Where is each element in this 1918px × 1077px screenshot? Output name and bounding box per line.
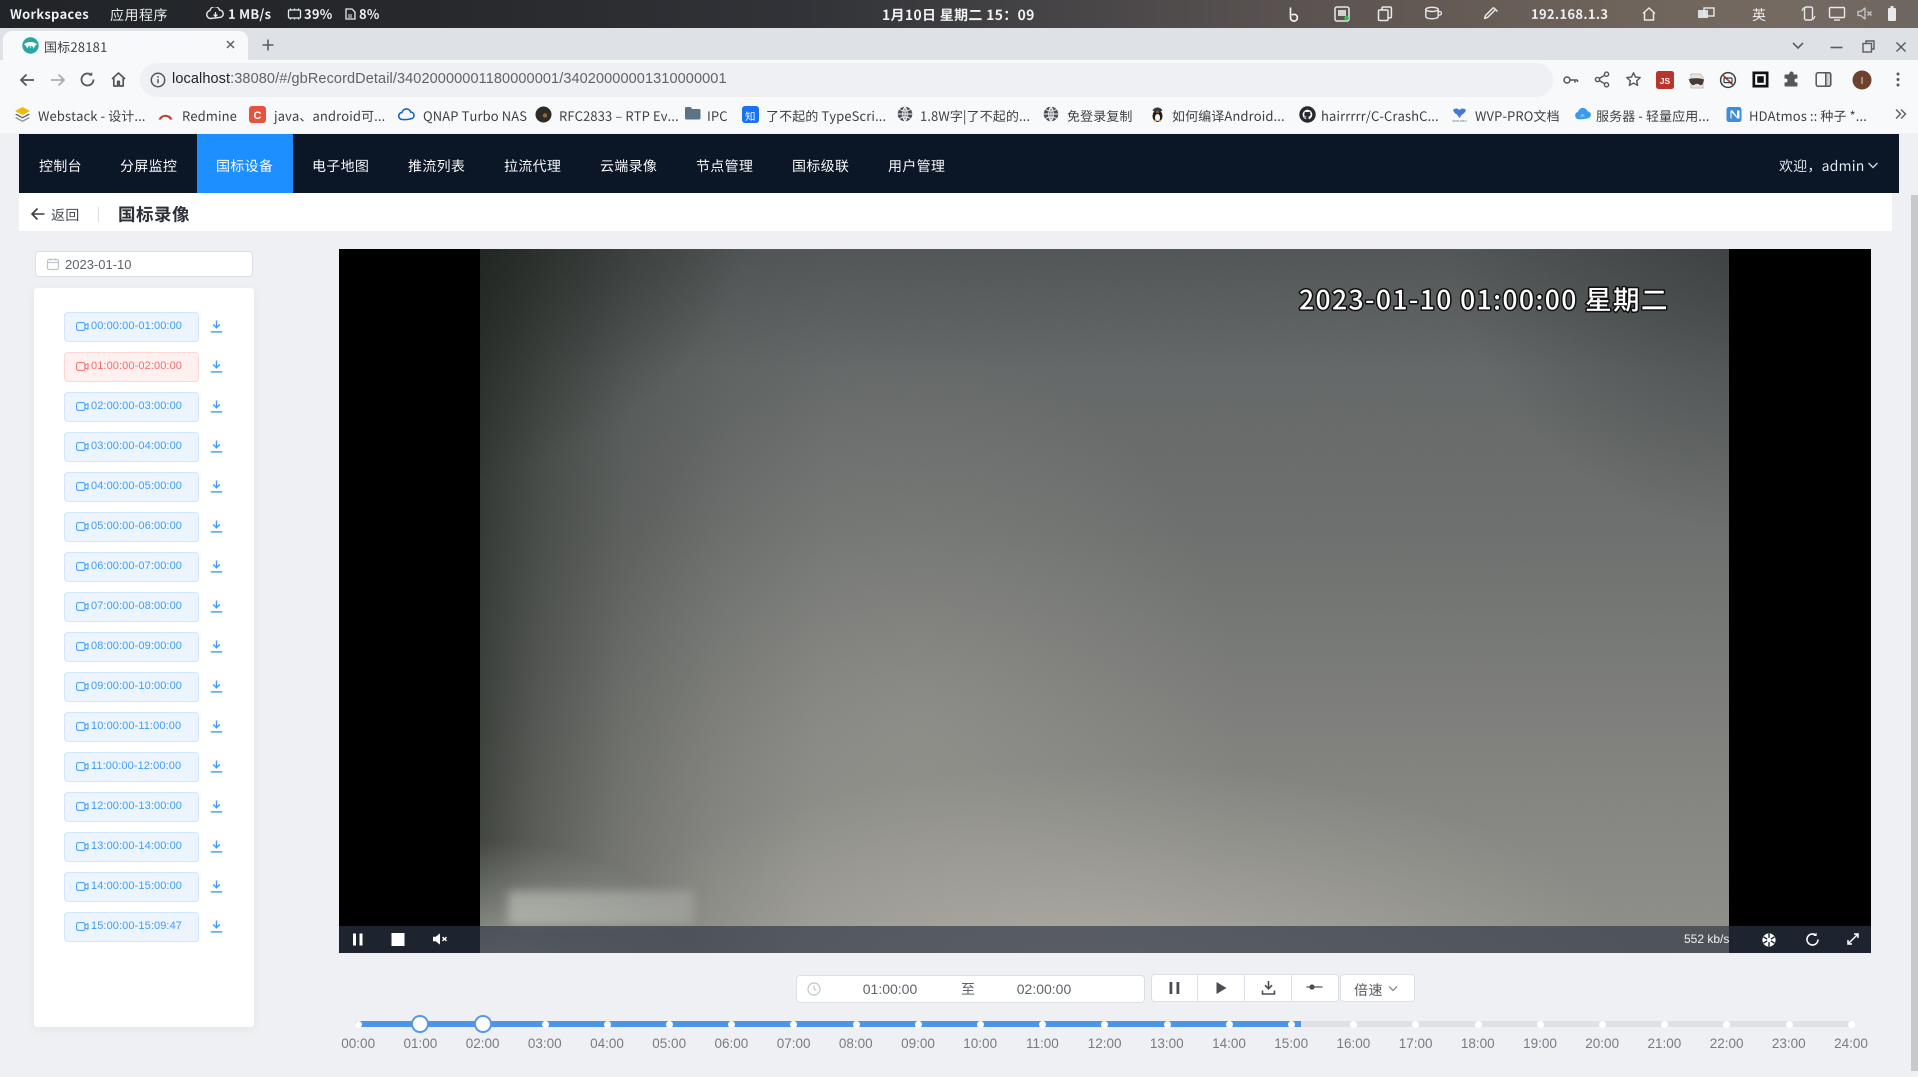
svg-text:C: C	[254, 110, 262, 122]
svg-text:I: I	[1861, 76, 1864, 87]
svg-text:JS: JS	[1660, 76, 1671, 86]
svg-text:WVP-PRO: WVP-PRO	[1452, 119, 1467, 123]
